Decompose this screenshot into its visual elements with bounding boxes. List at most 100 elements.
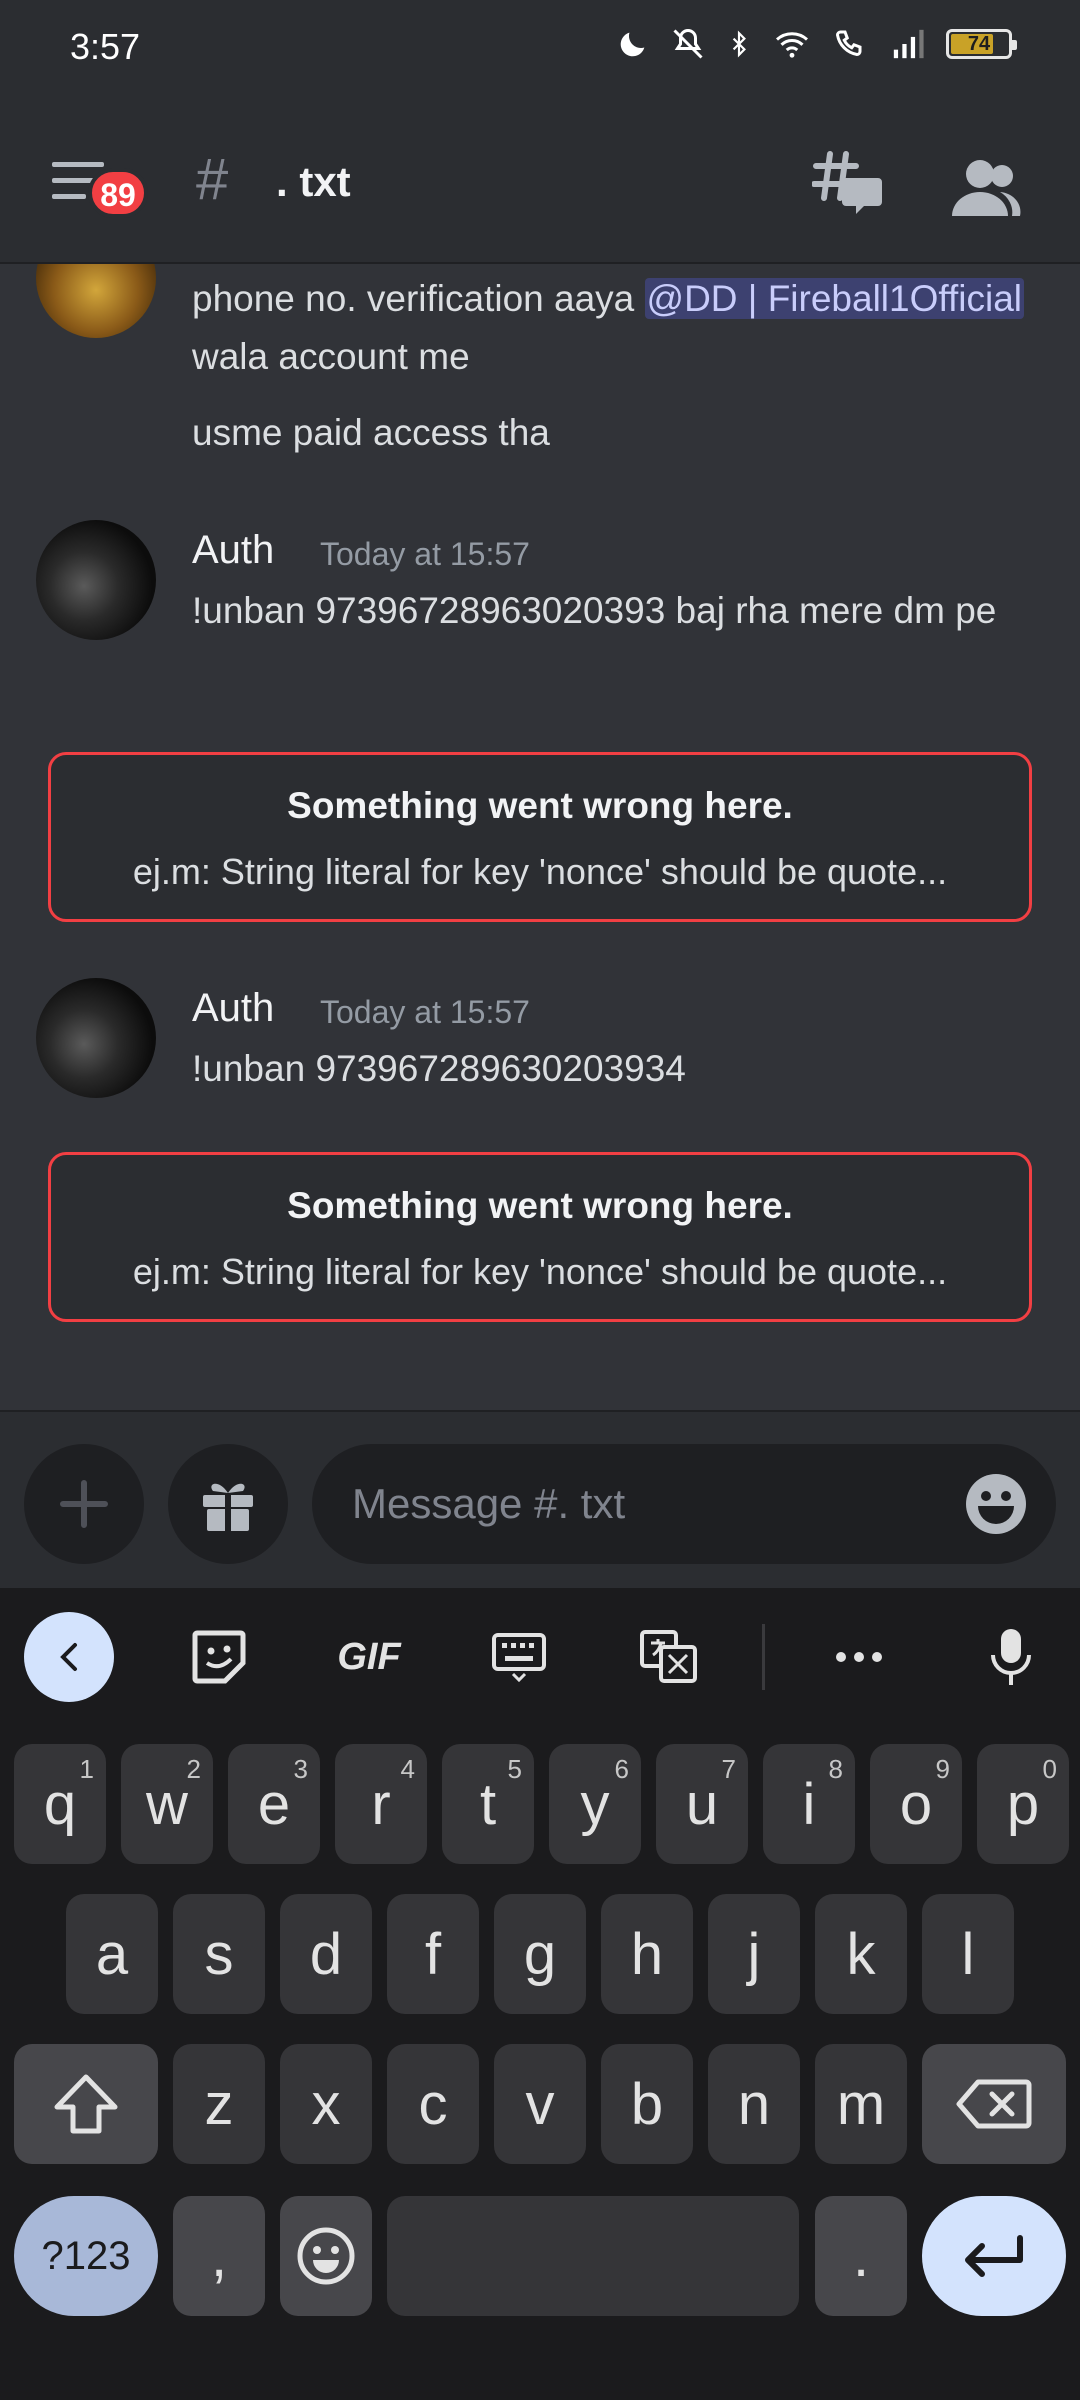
keyboard-toolbar: GIF [0,1588,1080,1718]
enter-key[interactable] [922,2196,1066,2316]
keyboard-back-button[interactable] [24,1612,114,1702]
sticker-button[interactable] [174,1612,264,1702]
error-title: Something went wrong here. [287,1185,793,1226]
gif-button[interactable]: GIF [324,1612,414,1702]
key-v[interactable]: v [494,2044,586,2164]
enter-icon [965,2235,1023,2277]
gift-button[interactable] [168,1444,288,1564]
keyboard-layout-button[interactable] [474,1612,564,1702]
key-e[interactable]: e3 [228,1744,320,1864]
key-z[interactable]: z [173,2044,265,2164]
error-title: Something went wrong here. [287,785,793,826]
key-o[interactable]: o9 [870,1744,962,1864]
shift-key[interactable] [14,2044,158,2164]
error-embed: Something went wrong here. ej.m: String … [48,1152,1032,1322]
wifi-calling-icon [835,30,862,57]
avatar[interactable] [36,978,156,1098]
status-time: 3:57 [70,26,141,67]
soft-keyboard: GIF q1 w2 e3 r4 t5 y6 u7 i8 o9 p0 a s d … [0,1588,1080,2400]
channel-title[interactable]: . txt [276,158,351,206]
key-m[interactable]: m [815,2044,907,2164]
key-u[interactable]: u7 [656,1744,748,1864]
period-key[interactable]: . [815,2196,907,2316]
battery-icon: 74 [946,29,1017,59]
plus-icon [60,1480,108,1528]
microphone-icon [991,1629,1031,1685]
key-h[interactable]: h [601,1894,693,2014]
shift-icon [54,2074,118,2134]
keyboard-icon [492,1633,546,1682]
user-mention[interactable]: @DD | Fireball1Official [644,278,1025,319]
wifi-icon [776,32,808,58]
message-list[interactable]: phone no. verification aaya @DD | Fireba… [0,264,1080,1410]
message-text[interactable]: phone no. verification aaya @DD | Fireba… [192,270,1042,386]
voice-input-button[interactable] [966,1612,1056,1702]
toolbar-divider [762,1624,765,1690]
mute-icon [673,28,703,59]
gift-icon [203,1483,253,1531]
key-p[interactable]: p0 [977,1744,1069,1864]
chevron-left-icon [60,1643,77,1671]
space-key[interactable] [387,2196,799,2316]
key-y[interactable]: y6 [549,1744,641,1864]
key-q[interactable]: q1 [14,1744,106,1864]
message-text[interactable]: usme paid access tha [192,404,1042,462]
key-k[interactable]: k [815,1894,907,2014]
avatar[interactable] [36,264,156,338]
threads-icon [811,151,882,214]
message-timestamp: Today at 15:57 [320,994,530,1030]
key-t[interactable]: t5 [442,1744,534,1864]
key-b[interactable]: b [601,2044,693,2164]
more-icon [836,1652,882,1662]
key-c[interactable]: c [387,2044,479,2164]
message-input[interactable]: Message #. txt [312,1444,1056,1564]
key-g[interactable]: g [494,1894,586,2014]
key-l[interactable]: l [922,1894,1014,2014]
status-icons: 74 [616,26,1017,62]
emoji-key[interactable] [280,2196,372,2316]
key-d[interactable]: d [280,1894,372,2014]
key-i[interactable]: i8 [763,1744,855,1864]
backspace-key[interactable] [922,2044,1066,2164]
key-s[interactable]: s [173,1894,265,2014]
comma-key[interactable]: , [173,2196,265,2316]
more-options-button[interactable] [814,1612,904,1702]
symbols-key[interactable]: ?123 [14,2196,158,2316]
key-n[interactable]: n [708,2044,800,2164]
key-x[interactable]: x [280,2044,372,2164]
members-icon [952,160,1021,216]
message-input-placeholder: Message #. txt [352,1480,626,1527]
translate-button[interactable] [624,1612,714,1702]
translate-icon [640,1630,697,1683]
status-bar: 3:57 74 [0,0,1080,96]
unread-badge: 89 [88,168,148,218]
threads-button[interactable] [811,148,884,220]
message-author[interactable]: Auth [192,986,274,1031]
message-timestamp: Today at 15:57 [320,536,530,572]
error-embed: Something went wrong here. ej.m: String … [48,752,1032,922]
moon-icon [620,32,645,57]
message-text[interactable]: !unban 973967289630203934 [192,1040,1042,1098]
add-attachment-button[interactable] [24,1444,144,1564]
key-j[interactable]: j [708,1894,800,2014]
message-author[interactable]: Auth [192,528,274,573]
members-button[interactable] [950,156,1022,220]
error-description: ej.m: String literal for key 'nonce' sho… [132,1251,948,1292]
battery-level: 74 [967,33,991,55]
key-a[interactable]: a [66,1894,158,2014]
avatar[interactable] [36,520,156,640]
key-f[interactable]: f [387,1894,479,2014]
message-text-part: wala account me [192,336,470,377]
key-w[interactable]: w2 [121,1744,213,1864]
message-text-part: phone no. verification aaya [192,278,645,319]
emoji-picker-icon[interactable] [964,1472,1028,1536]
channel-header: 89 # . txt [0,96,1080,264]
signal-icon [893,29,924,59]
channel-hash-icon: # [196,147,229,212]
key-r[interactable]: r4 [335,1744,427,1864]
message-composer: Message #. txt [0,1410,1080,1588]
backspace-icon [956,2079,1032,2129]
message-text[interactable]: !unban 97396728963020393 baj rha mere dm… [192,582,1042,640]
error-description: ej.m: String literal for key 'nonce' sho… [132,851,948,892]
sticker-icon [192,1630,246,1684]
